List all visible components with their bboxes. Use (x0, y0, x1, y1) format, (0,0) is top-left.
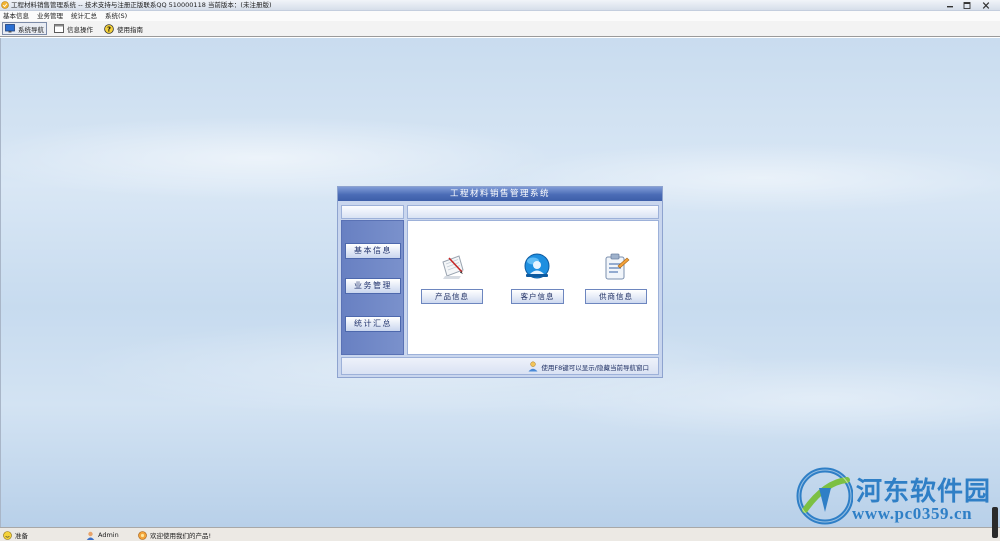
hint-person-icon (528, 361, 538, 372)
nav-basic-info-button[interactable]: 基本信息 (345, 243, 401, 259)
monitor-icon (5, 24, 15, 33)
status-bar: 准备 Admin 欢迎使用我们的产品! (0, 527, 1000, 541)
menu-system[interactable]: 系统(S) (102, 11, 132, 21)
menu-statistics[interactable]: 统计汇总 (68, 11, 102, 21)
watermark-name: 河东软件园 (856, 477, 992, 507)
f8-hint: 使用F8键可以显示/隐藏当前导航窗口 (527, 361, 649, 372)
status-message-text: 欢迎使用我们的产品! (150, 532, 212, 540)
watermark-logo (796, 467, 853, 525)
app-icon (1, 1, 9, 9)
resize-grip[interactable] (992, 507, 998, 538)
product-info-button[interactable]: 产品信息 (421, 289, 483, 304)
content-panel: 产品信息 客户信息 供商信息 (407, 220, 659, 355)
maximize-button[interactable] (960, 1, 974, 9)
f8-hint-text: 使用F8键可以显示/隐藏当前导航窗口 (541, 363, 649, 372)
supplier-info-button[interactable]: 供商信息 (585, 289, 647, 304)
status-ready-text: 准备 (15, 532, 28, 540)
nav-business-button[interactable]: 业务管理 (345, 278, 401, 294)
info-ops-button[interactable]: 信息操作 (52, 22, 95, 35)
system-nav-label: 系统导航 (18, 25, 44, 34)
document-pen-icon[interactable] (437, 250, 469, 282)
menu-bar: 基本信息 业务管理 统计汇总 系统(S) (0, 11, 1000, 21)
close-icon (982, 1, 990, 9)
close-button[interactable] (979, 1, 993, 9)
customer-info-button[interactable]: 客户信息 (511, 289, 564, 304)
smiley-icon (3, 530, 12, 540)
navigation-footer: 使用F8键可以显示/隐藏当前导航窗口 (341, 357, 659, 375)
minimize-button[interactable] (943, 1, 957, 9)
nav-statistics-button[interactable]: 统计汇总 (345, 316, 401, 332)
menu-business[interactable]: 业务管理 (34, 11, 68, 21)
status-user-text: Admin (98, 531, 119, 539)
nav-panel-header (341, 205, 404, 219)
navigation-title[interactable]: 工程材料销售管理系统 (338, 187, 662, 201)
clipboard-icon[interactable] (600, 250, 632, 282)
title-bar[interactable]: 工程材料销售管理系统 -- 技术支持与注册正版联系QQ 510000118 当前… (0, 0, 1000, 11)
menu-basic-info[interactable]: 基本信息 (0, 11, 34, 21)
svg-text:?: ? (107, 25, 111, 33)
toolbar: 系统导航 信息操作 ? 使用指南 (0, 21, 1000, 37)
window-icon (54, 24, 64, 33)
user-guide-label: 使用指南 (117, 25, 143, 34)
content-panel-header (407, 205, 659, 219)
status-message: 欢迎使用我们的产品! (138, 530, 211, 540)
user-guide-button[interactable]: ? 使用指南 (102, 22, 145, 35)
info-ops-label: 信息操作 (67, 25, 93, 34)
status-ready: 准备 (3, 530, 28, 540)
globe-person-icon[interactable] (521, 250, 553, 282)
navigation-window: 工程材料销售管理系统 基本信息 业务管理 统计汇总 产品信息 客户信息 供商信息… (337, 186, 663, 378)
help-icon: ? (104, 23, 114, 34)
user-icon (86, 531, 95, 540)
minimize-icon (947, 6, 953, 8)
nav-panel: 基本信息 业务管理 统计汇总 (341, 220, 404, 355)
system-nav-button[interactable]: 系统导航 (2, 22, 47, 35)
status-user: Admin (86, 530, 119, 540)
welcome-icon (138, 530, 147, 540)
maximize-icon (963, 1, 971, 9)
window-title: 工程材料销售管理系统 -- 技术支持与注册正版联系QQ 510000118 当前… (11, 1, 272, 9)
watermark-url: www.pc0359.cn (852, 504, 973, 523)
